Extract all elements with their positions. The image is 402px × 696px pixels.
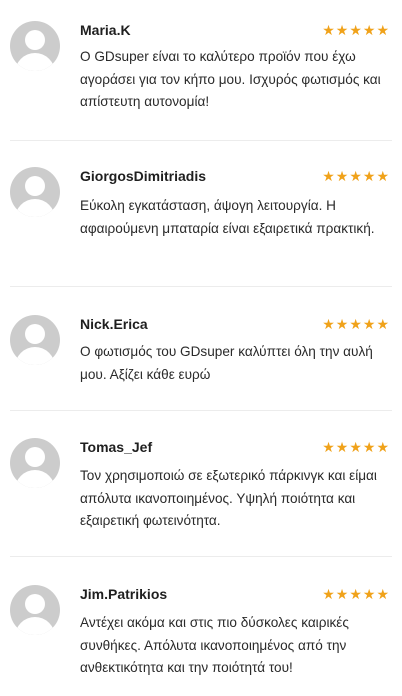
review-text: Αντέχει ακόμα και στις πιο δύσκολες καιρ… — [80, 615, 349, 675]
review-author: Nick.Erica — [80, 316, 148, 332]
review-text: Τον χρησιμοποιώ σε εξωτερικό πάρκινγκ κα… — [80, 468, 377, 528]
default-user-avatar-icon — [10, 585, 60, 635]
default-user-avatar-icon — [10, 167, 60, 217]
review-author: GiorgosDimitriadis — [80, 168, 207, 184]
divider — [10, 556, 392, 557]
review-author: Maria.K — [80, 22, 131, 38]
star-rating-icon: ★★★★★ — [322, 316, 390, 332]
star-rating-icon: ★★★★★ — [322, 22, 390, 38]
review-text: Ο φωτισμός του GDsuper καλύπτει όλη την … — [80, 344, 373, 382]
review-text: Εύκολη εγκατάσταση, άψογη λειτουργία. Η … — [80, 198, 375, 236]
star-rating-icon: ★★★★★ — [322, 586, 390, 602]
reviews-list: Maria.K ★★★★★ Ο GDsuper είναι το καλύτερ… — [0, 0, 402, 696]
divider — [10, 140, 392, 141]
review-text: Ο GDsuper είναι το καλύτερο προϊόν που έ… — [80, 49, 381, 109]
review-author: Tomas_Jef — [80, 439, 153, 455]
default-user-avatar-icon — [10, 438, 60, 488]
star-rating-icon: ★★★★★ — [322, 168, 390, 184]
divider — [10, 286, 392, 287]
default-user-avatar-icon — [10, 21, 60, 71]
star-rating-icon: ★★★★★ — [322, 439, 390, 455]
review-author: Jim.Patrikios — [80, 586, 168, 602]
divider — [10, 410, 392, 411]
default-user-avatar-icon — [10, 315, 60, 365]
